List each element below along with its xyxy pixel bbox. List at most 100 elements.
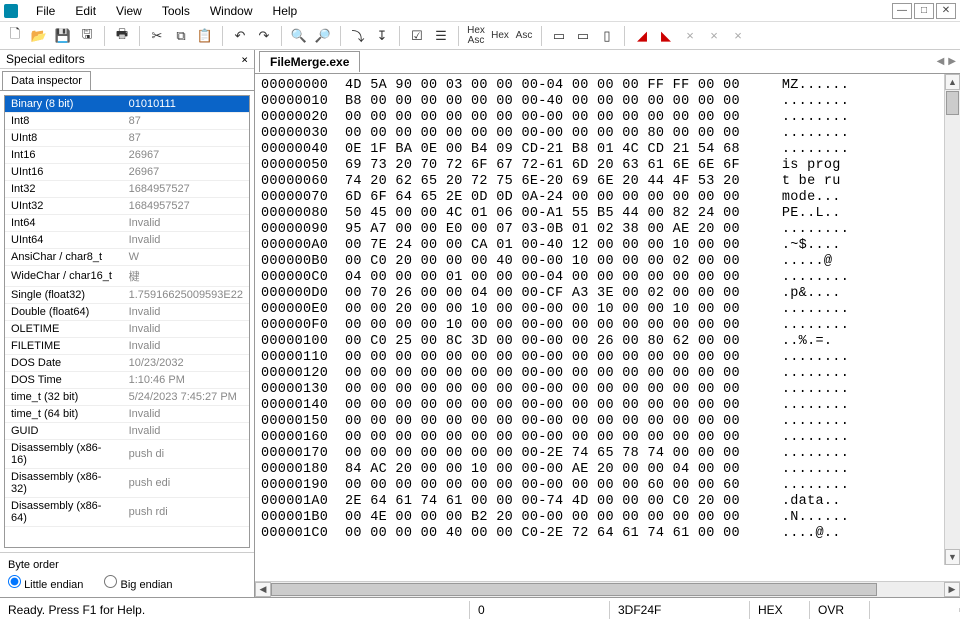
inspector-row[interactable]: Int321684957527 bbox=[5, 181, 249, 198]
inspector-value: 01010111 bbox=[123, 96, 249, 113]
inspector-value: 10/23/2032 bbox=[123, 355, 249, 372]
inspector-key: Binary (8 bit) bbox=[5, 96, 123, 113]
inspector-key: Single (float32) bbox=[5, 287, 123, 304]
maximize-button[interactable]: □ bbox=[914, 3, 934, 19]
menu-window[interactable]: Window bbox=[200, 2, 263, 20]
scroll-down-icon[interactable]: ▼ bbox=[945, 549, 960, 565]
new-icon[interactable]: 🗋 bbox=[4, 25, 26, 47]
cut-icon[interactable]: ✂ bbox=[146, 25, 168, 47]
tab-prev-icon[interactable]: ◀ bbox=[937, 56, 945, 67]
radio-big-endian[interactable]: Big endian bbox=[104, 579, 172, 591]
scroll-thumb-v[interactable] bbox=[946, 91, 959, 115]
nav3-icon[interactable]: × bbox=[727, 25, 749, 47]
inspector-key: Disassembly (x86-16) bbox=[5, 440, 123, 469]
inspector-key: FILETIME bbox=[5, 338, 123, 355]
inspector-key: Int64 bbox=[5, 215, 123, 232]
save-all-icon[interactable]: 🖫 bbox=[76, 25, 98, 47]
marker2-icon[interactable]: ◣ bbox=[655, 25, 677, 47]
tab-data-inspector[interactable]: Data inspector bbox=[2, 71, 91, 90]
scroll-left-icon[interactable]: ◀ bbox=[255, 582, 271, 597]
tab-filemerge[interactable]: FileMerge.exe bbox=[259, 51, 360, 72]
radio-little-endian[interactable]: Little endian bbox=[8, 579, 83, 591]
goto-icon[interactable]: ↧ bbox=[371, 25, 393, 47]
scroll-up-icon[interactable]: ▲ bbox=[945, 74, 960, 90]
redo-icon[interactable]: ↷ bbox=[253, 25, 275, 47]
save-icon[interactable]: 💾 bbox=[52, 25, 74, 47]
inspector-row[interactable]: Binary (8 bit)01010111 bbox=[5, 96, 249, 113]
menu-edit[interactable]: Edit bbox=[65, 2, 106, 20]
menu-help[interactable]: Help bbox=[263, 2, 308, 20]
layout2-icon[interactable]: ▭ bbox=[572, 25, 594, 47]
inspector-key: GUID bbox=[5, 423, 123, 440]
hex-toggle[interactable]: Hex bbox=[489, 25, 511, 47]
undo-icon[interactable]: ↶ bbox=[229, 25, 251, 47]
scroll-thumb-h[interactable] bbox=[271, 583, 877, 596]
inspector-row[interactable]: Disassembly (x86-16)push di bbox=[5, 440, 249, 469]
find-next-icon[interactable]: ⤵ bbox=[347, 25, 369, 47]
inspector-row[interactable]: UInt64Invalid bbox=[5, 232, 249, 249]
inspector-key: Disassembly (x86-32) bbox=[5, 469, 123, 498]
asc-toggle[interactable]: Asc bbox=[513, 25, 535, 47]
nav1-icon[interactable]: × bbox=[679, 25, 701, 47]
close-button[interactable]: ✕ bbox=[936, 3, 956, 19]
bookmarks-icon[interactable]: ☰ bbox=[430, 25, 452, 47]
hexasc-toggle[interactable]: HexAsc bbox=[465, 25, 487, 47]
status-pos: 0 bbox=[470, 601, 610, 619]
open-icon[interactable]: 📂 bbox=[28, 25, 50, 47]
document-tabs: FileMerge.exe ◀ ▶ bbox=[255, 50, 960, 74]
inspector-row[interactable]: OLETIMEInvalid bbox=[5, 321, 249, 338]
layout3-icon[interactable]: ▯ bbox=[596, 25, 618, 47]
status-mode-hex: HEX bbox=[750, 601, 810, 619]
inspector-row[interactable]: UInt1626967 bbox=[5, 164, 249, 181]
inspector-row[interactable]: Int64Invalid bbox=[5, 215, 249, 232]
inspector-key: Int32 bbox=[5, 181, 123, 198]
panel-close-icon[interactable]: × bbox=[241, 53, 248, 66]
inspector-row[interactable]: Double (float64)Invalid bbox=[5, 304, 249, 321]
status-message: Ready. Press F1 for Help. bbox=[0, 601, 470, 619]
menu-view[interactable]: View bbox=[106, 2, 152, 20]
inspector-row[interactable]: time_t (32 bit)5/24/2023 7:45:27 PM bbox=[5, 389, 249, 406]
inspector-key: DOS Time bbox=[5, 372, 123, 389]
layout1-icon[interactable]: ▭ bbox=[548, 25, 570, 47]
inspector-row[interactable]: FILETIMEInvalid bbox=[5, 338, 249, 355]
hex-view[interactable]: 00000000 4D 5A 90 00 03 00 00 00-04 00 0… bbox=[255, 74, 960, 546]
inspector-key: WideChar / char16_t bbox=[5, 266, 123, 287]
inspector-key: time_t (32 bit) bbox=[5, 389, 123, 406]
inspector-row[interactable]: DOS Date10/23/2032 bbox=[5, 355, 249, 372]
inspector-row[interactable]: AnsiChar / char8_tW bbox=[5, 249, 249, 266]
replace-icon[interactable]: 🔎 bbox=[312, 25, 334, 47]
vertical-scrollbar[interactable]: ▲ ▼ bbox=[944, 74, 960, 565]
inspector-row[interactable]: time_t (64 bit)Invalid bbox=[5, 406, 249, 423]
special-editors-panel: Special editors × Data inspector Binary … bbox=[0, 50, 255, 597]
app-logo-icon bbox=[4, 4, 18, 18]
scroll-right-icon[interactable]: ▶ bbox=[944, 582, 960, 597]
inspector-row[interactable]: GUIDInvalid bbox=[5, 423, 249, 440]
paste-icon[interactable]: 📋 bbox=[194, 25, 216, 47]
bookmark-icon[interactable]: ☑ bbox=[406, 25, 428, 47]
inspector-key: AnsiChar / char8_t bbox=[5, 249, 123, 266]
menu-tools[interactable]: Tools bbox=[152, 2, 200, 20]
nav2-icon[interactable]: × bbox=[703, 25, 725, 47]
copy-icon[interactable]: ⧉ bbox=[170, 25, 192, 47]
inspector-key: UInt64 bbox=[5, 232, 123, 249]
horizontal-scrollbar[interactable]: ◀ ▶ bbox=[255, 581, 960, 597]
tab-next-icon[interactable]: ▶ bbox=[948, 56, 956, 67]
print-icon[interactable]: 🖶 bbox=[111, 25, 133, 47]
inspector-key: UInt8 bbox=[5, 130, 123, 147]
menu-file[interactable]: File bbox=[26, 2, 65, 20]
inspector-row[interactable]: DOS Time1:10:46 PM bbox=[5, 372, 249, 389]
inspector-key: UInt16 bbox=[5, 164, 123, 181]
inspector-row[interactable]: Int887 bbox=[5, 113, 249, 130]
inspector-row[interactable]: Single (float32)1.75916625009593E22 bbox=[5, 287, 249, 304]
find-icon[interactable]: 🔍 bbox=[288, 25, 310, 47]
inspector-key: UInt32 bbox=[5, 198, 123, 215]
inspector-row[interactable]: Disassembly (x86-64)push rdi bbox=[5, 498, 249, 527]
inspector-row[interactable]: UInt321684957527 bbox=[5, 198, 249, 215]
inspector-row[interactable]: Disassembly (x86-32)push edi bbox=[5, 469, 249, 498]
inspector-row[interactable]: Int1626967 bbox=[5, 147, 249, 164]
minimize-button[interactable]: — bbox=[892, 3, 912, 19]
inspector-row[interactable]: WideChar / char16_t楗 bbox=[5, 266, 249, 287]
marker1-icon[interactable]: ◢ bbox=[631, 25, 653, 47]
inspector-value: Invalid bbox=[123, 406, 249, 423]
inspector-row[interactable]: UInt887 bbox=[5, 130, 249, 147]
